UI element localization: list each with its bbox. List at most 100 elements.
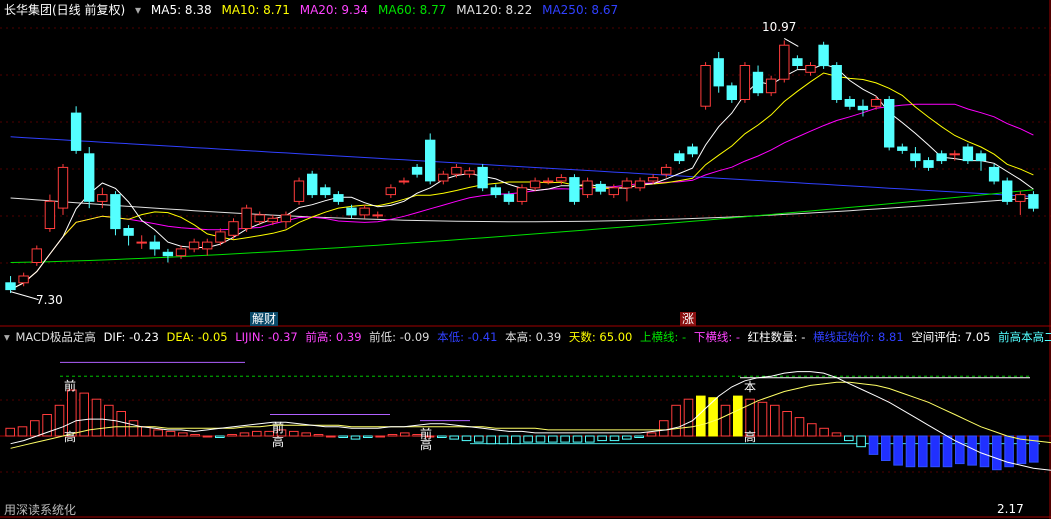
candle-down: [884, 99, 895, 148]
macd-bar-positive: [782, 411, 792, 437]
candle-up: [739, 65, 751, 100]
macd-header: ▾ MACD极品定高 DIF: -0.23 DEA: -0.05 LIJIN: …: [4, 329, 1051, 345]
candle-up: [241, 207, 252, 230]
candle-down: [1028, 194, 1039, 209]
candle-down: [923, 160, 934, 168]
macd-bar-negative: [634, 435, 644, 438]
macd-bar-positive: [807, 423, 817, 437]
macd-bar-positive: [659, 420, 669, 437]
event-marker-zhang[interactable]: 涨: [680, 312, 697, 326]
macd-gao-label-3: 高: [420, 438, 433, 452]
candle-up: [280, 214, 292, 223]
tianshu-value: 天数: 65.00: [568, 330, 633, 344]
candle-up: [870, 99, 882, 107]
candle-up: [254, 214, 265, 223]
macd-gao-label-1: 高: [64, 430, 77, 444]
macd-bar-positive: [116, 411, 127, 437]
candle-up: [556, 177, 567, 182]
candle-down: [569, 177, 580, 202]
candle-up: [621, 180, 633, 189]
macd-indicator-name[interactable]: MACD极品定高: [15, 330, 95, 344]
macd-bar-negative: [609, 435, 620, 442]
candle-down: [503, 194, 515, 202]
event-marker-jiecai[interactable]: 解财: [250, 312, 279, 326]
kongjian-value: 空间评估: 7.05: [911, 330, 991, 344]
candle-up: [97, 194, 108, 202]
candle-up: [543, 180, 554, 183]
macd-bar-negative: [350, 435, 361, 440]
candle-down: [752, 71, 764, 94]
macd-bar-negative: [622, 435, 632, 440]
macd-bar-negative: [449, 435, 459, 440]
candle-up: [44, 200, 56, 230]
candle-down: [84, 153, 95, 202]
macd-bar-positive: [289, 430, 299, 437]
macd-bar-negative: [363, 435, 373, 438]
candle-up: [949, 153, 960, 156]
macd-bar-positive: [17, 426, 28, 437]
macd-bar-negative: [585, 435, 595, 443]
dif-value: DIF: -0.23: [103, 330, 159, 344]
macd-bar-positive: [757, 401, 768, 437]
chevron-down-icon[interactable]: ▾: [4, 330, 10, 344]
candle-down: [674, 153, 685, 162]
candle-up: [608, 187, 619, 196]
candle-up: [215, 231, 226, 243]
candle-down: [897, 146, 908, 151]
bengao-value: 本高: 0.39: [505, 330, 562, 344]
chevron-down-icon[interactable]: ▾: [135, 3, 141, 17]
price-header: 长华集团(日线 前复权) ▾ MA5: 8.38 MA10: 8.71 MA20…: [4, 2, 624, 18]
candle-down: [726, 85, 737, 101]
candle-down: [713, 58, 724, 87]
candle-up: [451, 166, 462, 175]
candle-down: [320, 187, 331, 196]
macd-bar-positive: [671, 404, 681, 437]
macd-bar-negative: [868, 435, 879, 455]
candle-down: [844, 99, 855, 107]
candle-down: [123, 228, 134, 236]
candle-down: [936, 153, 947, 162]
macd-bar-negative: [597, 435, 607, 442]
candle-up: [1015, 194, 1026, 202]
candle-up: [372, 214, 383, 217]
candle-up: [228, 221, 239, 236]
macd-bar-negative: [881, 435, 891, 461]
macd-bar-positive: [301, 432, 311, 437]
low-price-label: 7.30: [36, 293, 63, 307]
hengxianqidian-value: 横线起始价: 8.81: [813, 330, 904, 344]
macd-bar-positive: [400, 432, 410, 437]
candle-up: [385, 187, 397, 196]
candle-up: [359, 207, 370, 216]
macd-bar-positive: [190, 434, 200, 437]
macd-bar-positive: [153, 429, 163, 437]
stock-chart[interactable]: [0, 0, 1051, 519]
macd-bar-positive: [5, 427, 16, 437]
macd-bar-positive: [313, 434, 324, 437]
macd-bar-negative: [1016, 435, 1027, 465]
macd-bar-positive: [387, 434, 398, 437]
macd-bar-positive: [165, 430, 176, 437]
macd-bar-positive: [252, 430, 262, 437]
macd-bar-positive: [91, 398, 102, 437]
watermark-text: 用深读系统化: [4, 503, 77, 517]
candle-down: [307, 173, 318, 196]
macd-bar-positive: [770, 404, 780, 437]
stock-title[interactable]: 长华集团(日线 前复权): [4, 3, 125, 17]
macd-bar-negative: [523, 435, 533, 443]
candle-up: [661, 166, 672, 175]
candle-up: [175, 248, 187, 257]
macd-bar-negative: [979, 435, 990, 468]
candle-down: [792, 58, 803, 67]
lijin-value: LIJIN: -0.37: [235, 330, 298, 344]
candle-down: [595, 183, 606, 192]
high-price-label: 10.97: [762, 20, 797, 34]
candle-up: [765, 78, 777, 94]
macd-bar-positive: [227, 434, 237, 437]
candle-up: [188, 241, 200, 250]
candle-up: [805, 65, 816, 73]
macd-bar-negative: [942, 435, 953, 468]
ma120-value: MA120: 8.22: [456, 3, 533, 17]
candle-up: [634, 180, 646, 189]
macd-bar-negative: [461, 435, 472, 442]
macd-bar-negative: [992, 435, 1002, 471]
